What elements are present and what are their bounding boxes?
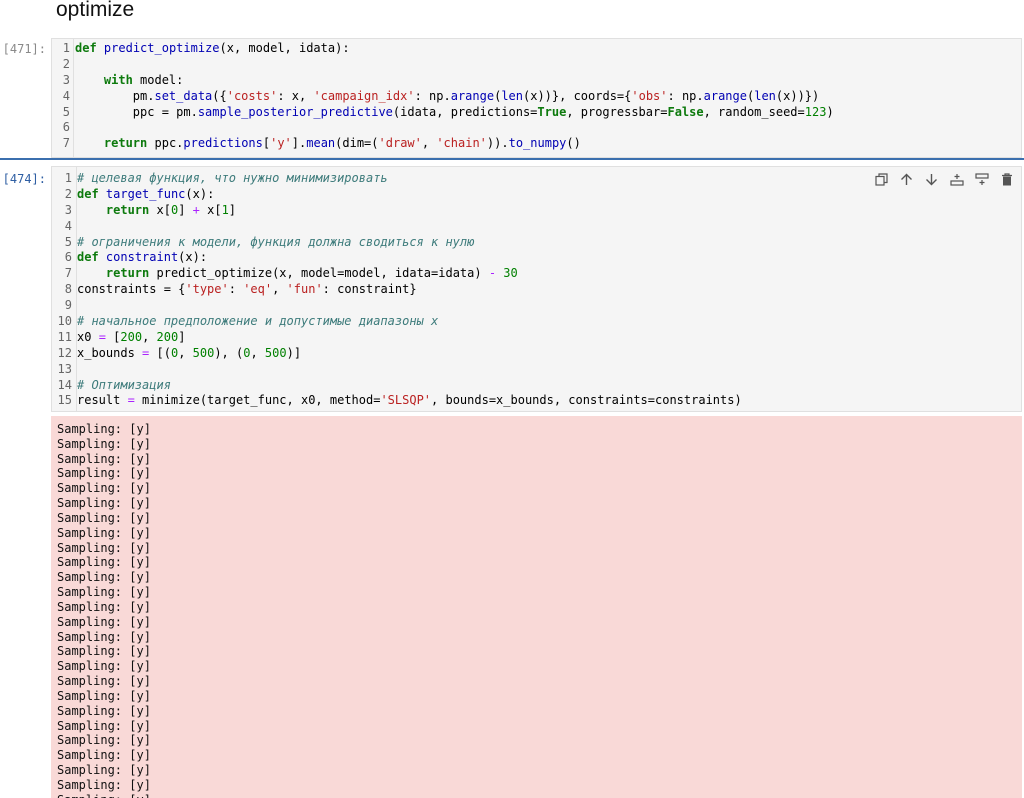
cell-output-stderr[interactable]: Sampling: [y] Sampling: [y] Sampling: [y] S… bbox=[51, 416, 1022, 798]
code-text[interactable]: 1 # целевая функция, что нужно минимизиро… bbox=[52, 171, 742, 409]
output-line: Sampling: [y] bbox=[57, 688, 151, 703]
insert-above-icon[interactable] bbox=[947, 170, 966, 188]
page-heading: optimize bbox=[56, 0, 135, 21]
active-cell-separator bbox=[0, 158, 1024, 160]
output-line: Sampling: [y] bbox=[57, 496, 151, 511]
output-line: Sampling: [y] bbox=[57, 599, 151, 614]
code-text[interactable]: 1 def predict_optimize(x, model, idata): … bbox=[52, 41, 834, 152]
output-line: Sampling: [y] bbox=[57, 436, 151, 451]
output-line: Sampling: [y] bbox=[57, 703, 151, 718]
output-line: Sampling: [y] bbox=[57, 481, 151, 496]
output-line: Sampling: [y] bbox=[57, 510, 151, 525]
output-line: Sampling: [y] bbox=[57, 748, 151, 763]
output-line: Sampling: [y] bbox=[57, 777, 151, 792]
output-line: Sampling: [y] bbox=[57, 451, 151, 466]
output-line: Sampling: [y] bbox=[51, 793, 1022, 798]
output-line: Sampling: [y] bbox=[57, 718, 151, 733]
move-down-icon[interactable] bbox=[922, 170, 941, 188]
output-line: Sampling: [y] bbox=[57, 555, 151, 570]
output-line: Sampling: [y] bbox=[57, 525, 151, 540]
code-editor[interactable]: 1 # целевая функция, что нужно минимизиро… bbox=[51, 166, 1022, 412]
execution-count: [471]: bbox=[2, 42, 46, 56]
copy-icon[interactable] bbox=[872, 170, 891, 188]
output-line: Sampling: [y] bbox=[57, 733, 151, 748]
output-line: Sampling: [y] bbox=[57, 614, 151, 629]
output-line: Sampling: [y] bbox=[57, 674, 151, 689]
output-line: Sampling: [y] bbox=[57, 422, 151, 436]
code-editor[interactable]: 1 def predict_optimize(x, model, idata): … bbox=[51, 38, 1022, 158]
execution-count: [474]: bbox=[2, 172, 46, 186]
output-line: Sampling: [y] bbox=[57, 659, 151, 674]
output-line: Sampling: [y] bbox=[57, 763, 151, 778]
output-line: Sampling: [y] bbox=[57, 585, 151, 600]
cell-toolbar bbox=[872, 170, 1016, 188]
output-line: Sampling: [y] bbox=[57, 644, 151, 659]
move-up-icon[interactable] bbox=[897, 170, 916, 188]
output-line: Sampling: [y] bbox=[57, 570, 151, 585]
output-line: Sampling: [y] bbox=[57, 629, 151, 644]
delete-icon[interactable] bbox=[997, 170, 1016, 188]
output-line: Sampling: [y] bbox=[57, 540, 151, 555]
output-line: Sampling: [y] bbox=[57, 466, 151, 481]
insert-below-icon[interactable] bbox=[972, 170, 991, 188]
